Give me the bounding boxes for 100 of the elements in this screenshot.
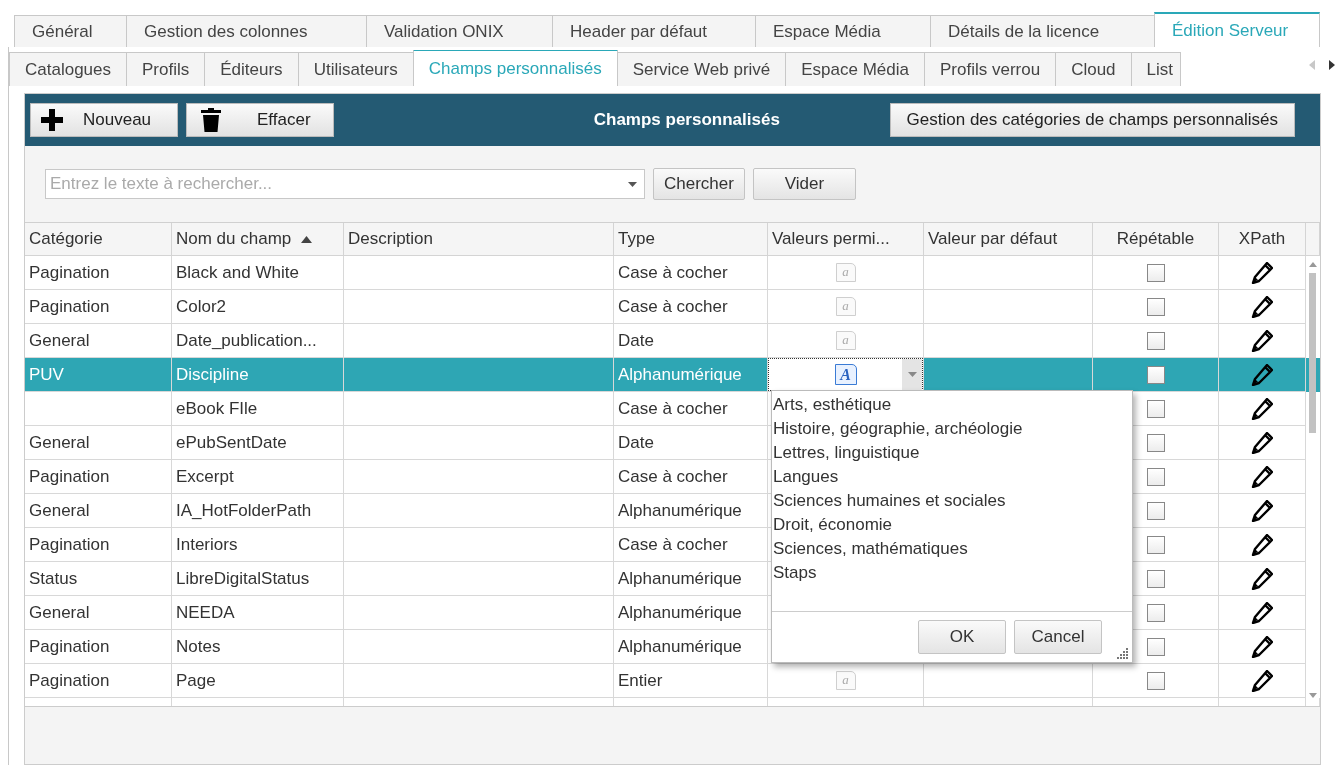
checkbox[interactable] (1146, 399, 1165, 418)
selected-row[interactable]: PUV Discipline Alphanumérique A (25, 358, 1320, 392)
tab[interactable]: Service Web privé (616, 52, 787, 86)
table-cell: NEEDA (176, 602, 235, 623)
table-cell: Pagination (29, 636, 110, 657)
column-header[interactable]: Type (614, 223, 768, 256)
list-item[interactable]: Staps (772, 561, 1132, 585)
search-field[interactable]: Entrez le texte à rechercher... (45, 169, 645, 199)
list-item[interactable]: Droit, économie (772, 513, 1132, 537)
table-row[interactable]: Pagination Color2 Case à cocher a (25, 290, 1320, 324)
plus-icon (41, 109, 63, 131)
column-header[interactable]: Répétable (1093, 223, 1219, 256)
checkbox[interactable] (1146, 331, 1165, 350)
tab[interactable]: Détails de la licence (930, 15, 1155, 47)
table-cell: Date_publication... (176, 330, 317, 351)
tab[interactable]: Cloud (1055, 52, 1132, 86)
table-cell: Discipline (176, 364, 249, 385)
list-item[interactable]: Sciences humaines et sociales (772, 489, 1132, 513)
column-header[interactable]: Valeurs permi... (768, 223, 924, 256)
pencil-icon[interactable] (1251, 295, 1273, 318)
values-button[interactable]: A (834, 364, 857, 385)
pencil-icon[interactable] (1251, 329, 1273, 352)
tab[interactable]: Espace Média (755, 15, 931, 47)
table-cell: Interiors (176, 534, 238, 555)
table-cell: Alphanumérique (618, 602, 742, 623)
tab[interactable]: Validation ONIX (366, 15, 553, 47)
list-item[interactable]: Sciences, mathématiques (772, 537, 1132, 561)
pencil-icon[interactable] (1251, 465, 1273, 488)
new-button[interactable]: Nouveau (30, 103, 178, 137)
table-cell: eBook FIle (176, 398, 258, 419)
pencil-icon[interactable] (1251, 397, 1273, 420)
table-cell: Alphanumérique (618, 636, 742, 657)
checkbox[interactable] (1146, 569, 1165, 588)
checkbox[interactable] (1146, 365, 1165, 384)
checkbox[interactable] (1146, 263, 1165, 282)
list-item[interactable]: Histoire, géographie, archéologie (772, 417, 1132, 441)
tab[interactable]: Profils (126, 52, 206, 86)
pencil-icon[interactable] (1251, 669, 1273, 692)
clear-button[interactable]: Vider (752, 168, 856, 200)
checkbox[interactable] (1146, 467, 1165, 486)
cancel-button[interactable]: Cancel (1014, 620, 1102, 654)
column-header[interactable]: XPath (1219, 223, 1306, 256)
checkbox[interactable] (1146, 433, 1165, 452)
categories-button[interactable]: Gestion des catégories de champs personnalisés (889, 103, 1295, 137)
tab[interactable]: Espace Média (785, 52, 925, 86)
checkbox[interactable] (1146, 603, 1165, 622)
tab[interactable]: Profils verrou (924, 52, 1057, 86)
table-cell: Alphanumérique (618, 500, 742, 521)
pencil-icon[interactable] (1251, 635, 1273, 658)
search-button[interactable]: Chercher (653, 168, 745, 200)
tab[interactable]: Gestion des colonnes (126, 15, 367, 47)
table-cell: Pagination (29, 466, 110, 487)
scrollbar-thumb[interactable] (1309, 273, 1316, 433)
tab[interactable]: Header par défaut (552, 15, 756, 47)
checkbox[interactable] (1146, 671, 1165, 690)
pencil-icon[interactable] (1251, 533, 1273, 556)
tab[interactable]: List (1130, 52, 1181, 86)
table-cell: General (29, 330, 90, 351)
checkbox[interactable] (1146, 501, 1165, 520)
column-header[interactable]: Valeur par défaut (924, 223, 1093, 256)
table-cell: Pagination (29, 670, 110, 691)
table-cell: Status (29, 568, 78, 589)
list-item[interactable]: Langues (772, 465, 1132, 489)
column-header[interactable]: Description (344, 223, 614, 256)
resize-grip-icon[interactable] (1117, 647, 1129, 659)
table-cell: Black and White (176, 262, 299, 283)
pencil-icon[interactable] (1251, 601, 1273, 624)
pencil-icon[interactable] (1251, 363, 1273, 386)
checkbox[interactable] (1146, 637, 1165, 656)
table-cell: General (29, 602, 90, 623)
dropdown-button[interactable] (902, 359, 922, 390)
table-cell: Notes (176, 636, 221, 657)
checkbox[interactable] (1146, 297, 1165, 316)
scroll-up-icon[interactable] (1308, 262, 1317, 267)
scroll-down-icon[interactable] (1308, 693, 1317, 698)
table-cell: Page (176, 670, 216, 691)
tab[interactable]: Catalogues (9, 52, 127, 86)
table-row[interactable]: Pagination Page Entier a (25, 664, 1320, 698)
column-header[interactable]: Catégorie (25, 223, 172, 256)
pencil-icon[interactable] (1251, 431, 1273, 454)
table-cell: LibreDigitalStatus (176, 568, 310, 589)
values-editor[interactable]: A (768, 358, 923, 391)
table-cell: Pagination (29, 534, 110, 555)
table-cell: Date (618, 432, 654, 453)
tab[interactable]: Éditeurs (204, 52, 299, 86)
list-item[interactable]: Arts, esthétique (772, 393, 1132, 417)
ok-button[interactable]: OK (918, 620, 1006, 654)
dropdown-icon[interactable] (628, 182, 637, 187)
pencil-icon[interactable] (1251, 567, 1273, 590)
list-item[interactable]: Lettres, linguistique (772, 441, 1132, 465)
table-row[interactable]: Pagination Black and White Case à cocher a (25, 256, 1320, 290)
tab[interactable]: Utilisateurs (297, 52, 414, 86)
column-header[interactable]: Nom du champ (172, 223, 344, 256)
pencil-icon[interactable] (1251, 261, 1273, 284)
delete-button[interactable]: Effacer (186, 103, 334, 137)
pencil-icon[interactable] (1251, 499, 1273, 522)
table-cell: Pagination (29, 262, 110, 283)
checkbox[interactable] (1146, 535, 1165, 554)
scroll-right-icon[interactable] (1329, 60, 1335, 70)
tab[interactable]: Général (14, 15, 127, 47)
